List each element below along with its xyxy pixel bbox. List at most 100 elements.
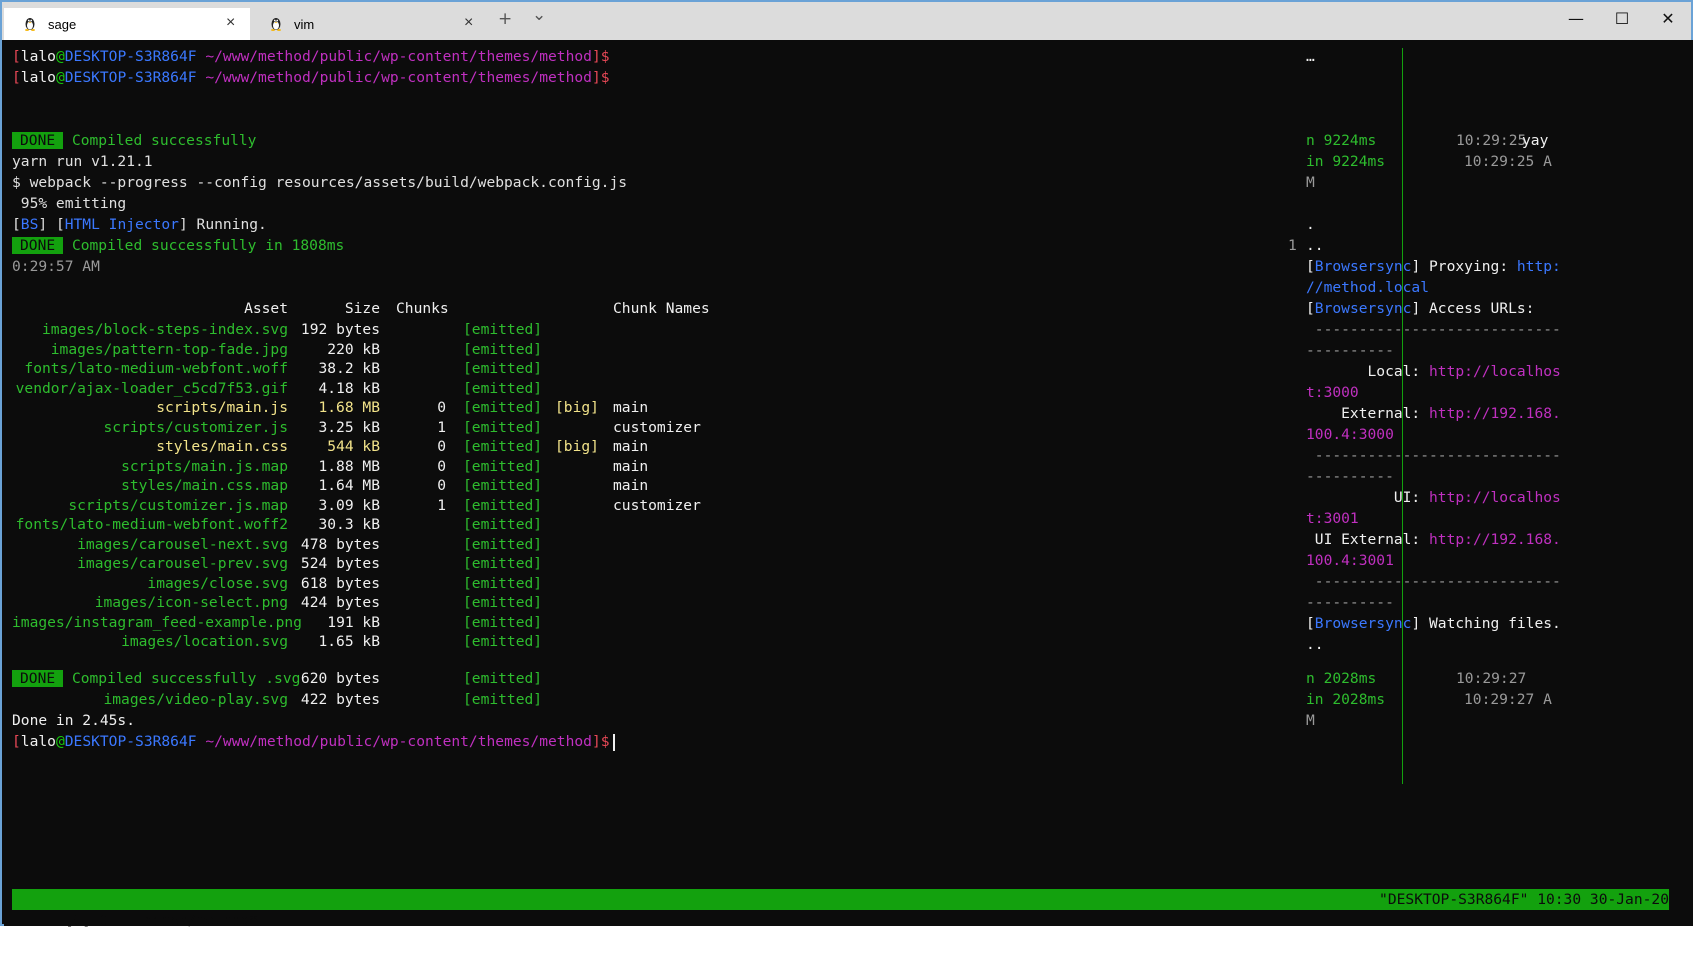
linux-penguin-icon	[25, 18, 35, 31]
right-yay: yay	[1522, 132, 1549, 149]
asset-status: [emitted]	[463, 477, 543, 494]
tab-sage[interactable]: sage ×	[4, 8, 250, 40]
divider-dashes: ----------------------------	[1306, 321, 1561, 338]
asset-name: vendor/ajax-loader_c5cd7f53.gif	[15, 379, 288, 397]
divider-dashes: ----------	[1306, 468, 1394, 485]
prompt-line: [lalo@DESKTOP-S3R864F ~/www/method/publi…	[12, 48, 610, 65]
asset-size: 191 kB	[327, 613, 380, 631]
asset-status: [emitted]	[463, 594, 543, 611]
asset-size: 524 bytes	[300, 555, 380, 572]
ui-external-url-cont[interactable]: 100.4:3001	[1306, 550, 1394, 571]
asset-status: [emitted]	[463, 535, 543, 553]
asset-status: [emitted]	[463, 438, 543, 455]
right-time: 10:29:25	[1456, 132, 1527, 149]
asset-chunk-names: main	[613, 438, 649, 455]
asset-big-flag: [big]	[555, 399, 599, 416]
right-time: 10:29:27 A	[1464, 691, 1552, 708]
right-dots: .	[1306, 216, 1315, 233]
asset-name: scripts/main.js.map	[121, 457, 288, 475]
new-tab-icon[interactable]: +	[498, 9, 512, 29]
text-cursor	[612, 733, 615, 751]
asset-big-flag: [big]	[555, 438, 599, 455]
right-ellipsis: …	[1306, 48, 1315, 65]
active-prompt-line[interactable]: [lalo@DESKTOP-S3R864F ~/www/method/publi…	[12, 731, 615, 752]
ui-url-cont[interactable]: t:3001	[1306, 508, 1359, 529]
right-time: 10:29:27	[1456, 670, 1527, 687]
compile-status-line: DONE Compiled successfully	[12, 130, 256, 151]
asset-chunks	[396, 534, 446, 555]
compile-status-line: DONE Compiled successfully .svg	[12, 668, 300, 689]
asset-chunks	[396, 378, 446, 399]
linux-penguin-icon	[271, 18, 281, 31]
right-timing: n 2028ms	[1306, 670, 1377, 687]
asset-status: [emitted]	[463, 379, 543, 397]
asset-name: images/carousel-next.svg	[77, 535, 288, 553]
local-url-line: Local: http://localhos	[1306, 363, 1561, 380]
close-icon[interactable]: ×	[464, 14, 473, 32]
asset-status: [emitted]	[463, 418, 543, 436]
right-time-suffix: M	[1306, 712, 1315, 729]
header-chunks: Chunks	[396, 300, 449, 317]
asset-status: [emitted]	[463, 555, 543, 572]
asset-size: 38.2 kB	[318, 360, 380, 377]
asset-size: 3.09 kB	[318, 496, 380, 514]
done-badge: DONE	[12, 670, 64, 687]
asset-status: [emitted]	[463, 670, 543, 687]
asset-size: 422 bytes	[300, 691, 380, 708]
proxy-url[interactable]: //method.local	[1306, 277, 1429, 298]
minimize-icon[interactable]: —	[1556, 9, 1596, 33]
gutter-number: 1	[1288, 237, 1297, 254]
divider-dashes: ----------	[1306, 342, 1394, 359]
asset-status: [emitted]	[463, 457, 543, 475]
asset-name: scripts/customizer.js	[103, 418, 288, 436]
local-url-cont[interactable]: t:3000	[1306, 382, 1359, 403]
right-timing: in 2028ms	[1306, 691, 1386, 708]
ui-url-line: UI: http://localhos	[1306, 489, 1561, 506]
asset-status: [emitted]	[463, 574, 543, 592]
webpack-command-line: $ webpack --progress --config resources/…	[12, 174, 628, 191]
external-url-cont[interactable]: 100.4:3000	[1306, 424, 1394, 445]
tmux-status-bar: [0] 0:..themes/method* "DESKTOP-S3R864F"…	[12, 889, 1669, 929]
asset-chunks	[396, 631, 446, 652]
asset-chunks: 0	[437, 438, 446, 455]
asset-status: [emitted]	[463, 633, 543, 650]
right-timing: in 9224ms	[1306, 153, 1386, 170]
right-dots: ..	[1306, 237, 1324, 254]
yarn-version-line: yarn run v1.21.1	[12, 153, 153, 170]
asset-size: 220 kB	[327, 340, 380, 358]
divider-dashes: ----------------------------	[1306, 573, 1561, 590]
asset-size: 620 bytes	[300, 670, 380, 687]
asset-size: 1.64 MB	[318, 477, 380, 494]
status-left[interactable]: [0] 0:..themes/method*	[65, 912, 258, 929]
tab-label: vim	[294, 17, 315, 32]
close-icon[interactable]: ×	[226, 14, 235, 32]
asset-chunk-names: main	[613, 457, 649, 475]
asset-chunks	[396, 319, 446, 340]
tab-vim[interactable]: vim ×	[250, 8, 488, 40]
asset-status: [emitted]	[463, 691, 543, 708]
maximize-icon[interactable]: ☐	[1602, 9, 1642, 33]
asset-size: 3.25 kB	[318, 418, 380, 436]
asset-name: fonts/lato-medium-webfont.woff	[24, 360, 288, 377]
asset-chunks: 0	[437, 457, 446, 475]
external-url-line: External: http://192.168.	[1306, 405, 1561, 422]
asset-name: images/close.svg	[147, 574, 288, 592]
asset-size: 544 kB	[327, 438, 380, 455]
done-badge: DONE	[12, 237, 64, 254]
browsersync-running-line: [BS] [HTML Injector] Running.	[12, 216, 267, 233]
ui-external-url-line: UI External: http://192.168.	[1306, 531, 1561, 548]
asset-name: styles/main.css.map	[121, 477, 288, 494]
asset-name: images/block-steps-index.svg	[41, 321, 288, 338]
window-close-icon[interactable]: ✕	[1648, 9, 1688, 33]
asset-name: images/video-play.svg	[103, 691, 288, 708]
right-time: 10:29:25 A	[1464, 153, 1552, 170]
browsersync-access-line: [Browsersync] Access URLs:	[1306, 300, 1535, 317]
asset-size: 478 bytes	[300, 535, 380, 553]
chevron-down-icon[interactable]: ⌄	[532, 5, 546, 25]
terminal-pane[interactable]: [lalo@DESKTOP-S3R864F ~/www/method/publi…	[4, 40, 1693, 929]
asset-chunks	[396, 612, 446, 633]
asset-status: [emitted]	[463, 496, 543, 514]
asset-chunks: 0	[437, 477, 446, 494]
status-right: "DESKTOP-S3R864F" 10:30 30-Jan-20	[1379, 891, 1669, 908]
browsersync-proxy-line: [Browsersync] Proxying: http:	[1306, 258, 1561, 275]
